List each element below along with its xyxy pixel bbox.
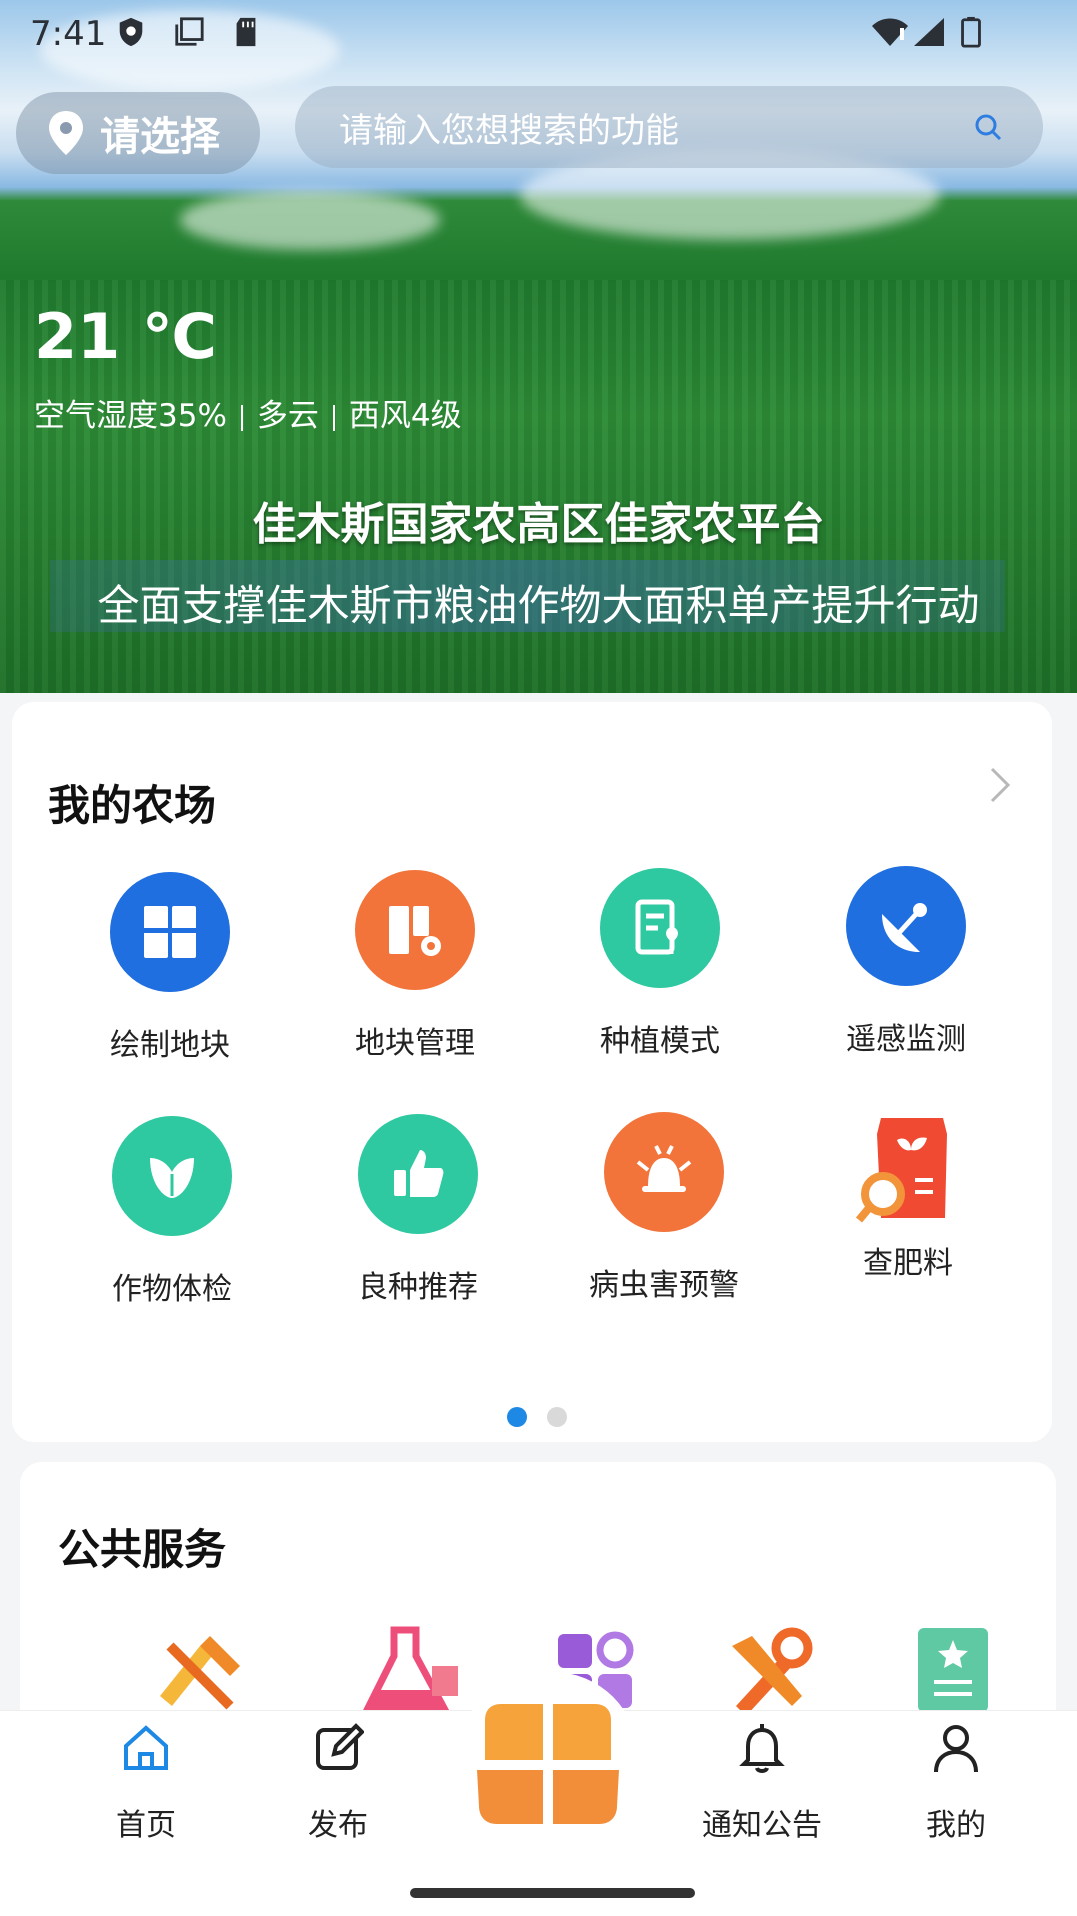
banner-subtitle: 全面支撑佳木斯市粮油作物大面积单产提升行动 [97, 581, 980, 630]
grid-item-pest-warning[interactable]: 病虫害预警 [564, 1112, 764, 1304]
grid-item-label: 地块管理 [355, 1026, 475, 1061]
home-icon [124, 1725, 168, 1770]
location-pin-icon [49, 111, 83, 155]
center-grid-icon [477, 1704, 619, 1824]
grid-item-crop-checkup[interactable]: 作物体检 [72, 1116, 272, 1308]
home-indicator [410, 1888, 695, 1898]
pager-dot-active[interactable] [507, 1407, 527, 1427]
status-bar: 7:41 [0, 0, 1077, 70]
shield-status-icon [119, 17, 143, 47]
bell-icon [739, 1724, 785, 1773]
thumbs-up-icon [358, 1114, 478, 1234]
weather-condition: 多云 [256, 398, 319, 434]
grid-item-label: 绘制地块 [110, 1028, 230, 1063]
draw-plot-icon [110, 872, 230, 992]
chevron-right-icon[interactable] [988, 766, 1012, 804]
plot-manage-icon [355, 870, 475, 990]
grid-item-draw-plot[interactable]: 绘制地块 [70, 872, 270, 1064]
fertilizer-search-icon [848, 1110, 968, 1230]
planting-mode-icon [600, 868, 720, 988]
tab-label: 首页 [116, 1808, 176, 1843]
grid-item-seed-recommend[interactable]: 良种推荐 [318, 1114, 518, 1306]
flask-icon[interactable] [360, 1626, 460, 1712]
status-time: 7:41 [30, 14, 107, 54]
tab-profile[interactable]: 我的 [876, 1722, 1036, 1844]
grid-item-label: 良种推荐 [358, 1270, 478, 1305]
tab-label: 发布 [308, 1808, 368, 1843]
banner-title: 佳木斯国家农高区佳家农平台 [252, 499, 825, 550]
bug-alarm-icon [604, 1112, 724, 1232]
temperature: 21 ℃ [34, 300, 217, 373]
wifi-icon [872, 18, 908, 46]
tab-publish[interactable]: 发布 [258, 1722, 418, 1844]
certificate-icon[interactable] [900, 1626, 1000, 1712]
satellite-dish-icon [846, 866, 966, 986]
location-selector[interactable]: 请选择 [16, 92, 260, 174]
repair-icon[interactable] [722, 1626, 822, 1712]
search-placeholder: 请输入您想搜索的功能 [339, 110, 679, 151]
tab-label: 我的 [926, 1808, 986, 1843]
humidity: 空气湿度35% [34, 398, 227, 434]
weather-details: 空气湿度35% 多云 西风4级 [34, 390, 462, 435]
edit-icon [316, 1723, 365, 1770]
tab-label: 通知公告 [702, 1808, 822, 1843]
grid-item-label: 遥感监测 [846, 1022, 966, 1057]
divider [332, 404, 335, 431]
grid-item-label: 种植模式 [600, 1024, 720, 1059]
tab-notifications[interactable]: 通知公告 [682, 1722, 842, 1844]
pager-dot[interactable] [547, 1407, 567, 1427]
grid-item-fertilizer[interactable]: 查肥料 [808, 1110, 1008, 1282]
tab-center[interactable] [468, 1700, 628, 1834]
location-label: 请选择 [100, 114, 220, 160]
search-input[interactable]: 请输入您想搜索的功能 [295, 86, 1043, 168]
grid-item-label: 病虫害预警 [589, 1268, 739, 1303]
user-icon [934, 1725, 978, 1773]
sd-card-icon [236, 17, 256, 47]
my-farm-title: 我的农场 [48, 781, 217, 830]
grid-item-label: 作物体检 [112, 1272, 232, 1307]
wind: 西风4级 [348, 398, 462, 434]
pager-dots [507, 1407, 587, 1431]
grid-item-label: 查肥料 [863, 1246, 953, 1281]
public-services-title: 公共服务 [58, 1525, 227, 1574]
grid-item-remote-sensing[interactable]: 遥感监测 [806, 866, 1006, 1058]
copy-status-icon [175, 17, 204, 46]
grid-item-plot-manage[interactable]: 地块管理 [315, 870, 515, 1062]
tab-home[interactable]: 首页 [66, 1722, 226, 1844]
battery-icon [961, 16, 981, 48]
cloud [180, 190, 440, 250]
tools-icon[interactable] [150, 1626, 250, 1712]
signal-icon [914, 18, 944, 46]
search-icon[interactable] [973, 112, 1003, 142]
leaf-icon [112, 1116, 232, 1236]
divider [240, 404, 243, 431]
grid-item-planting-mode[interactable]: 种植模式 [560, 868, 760, 1060]
